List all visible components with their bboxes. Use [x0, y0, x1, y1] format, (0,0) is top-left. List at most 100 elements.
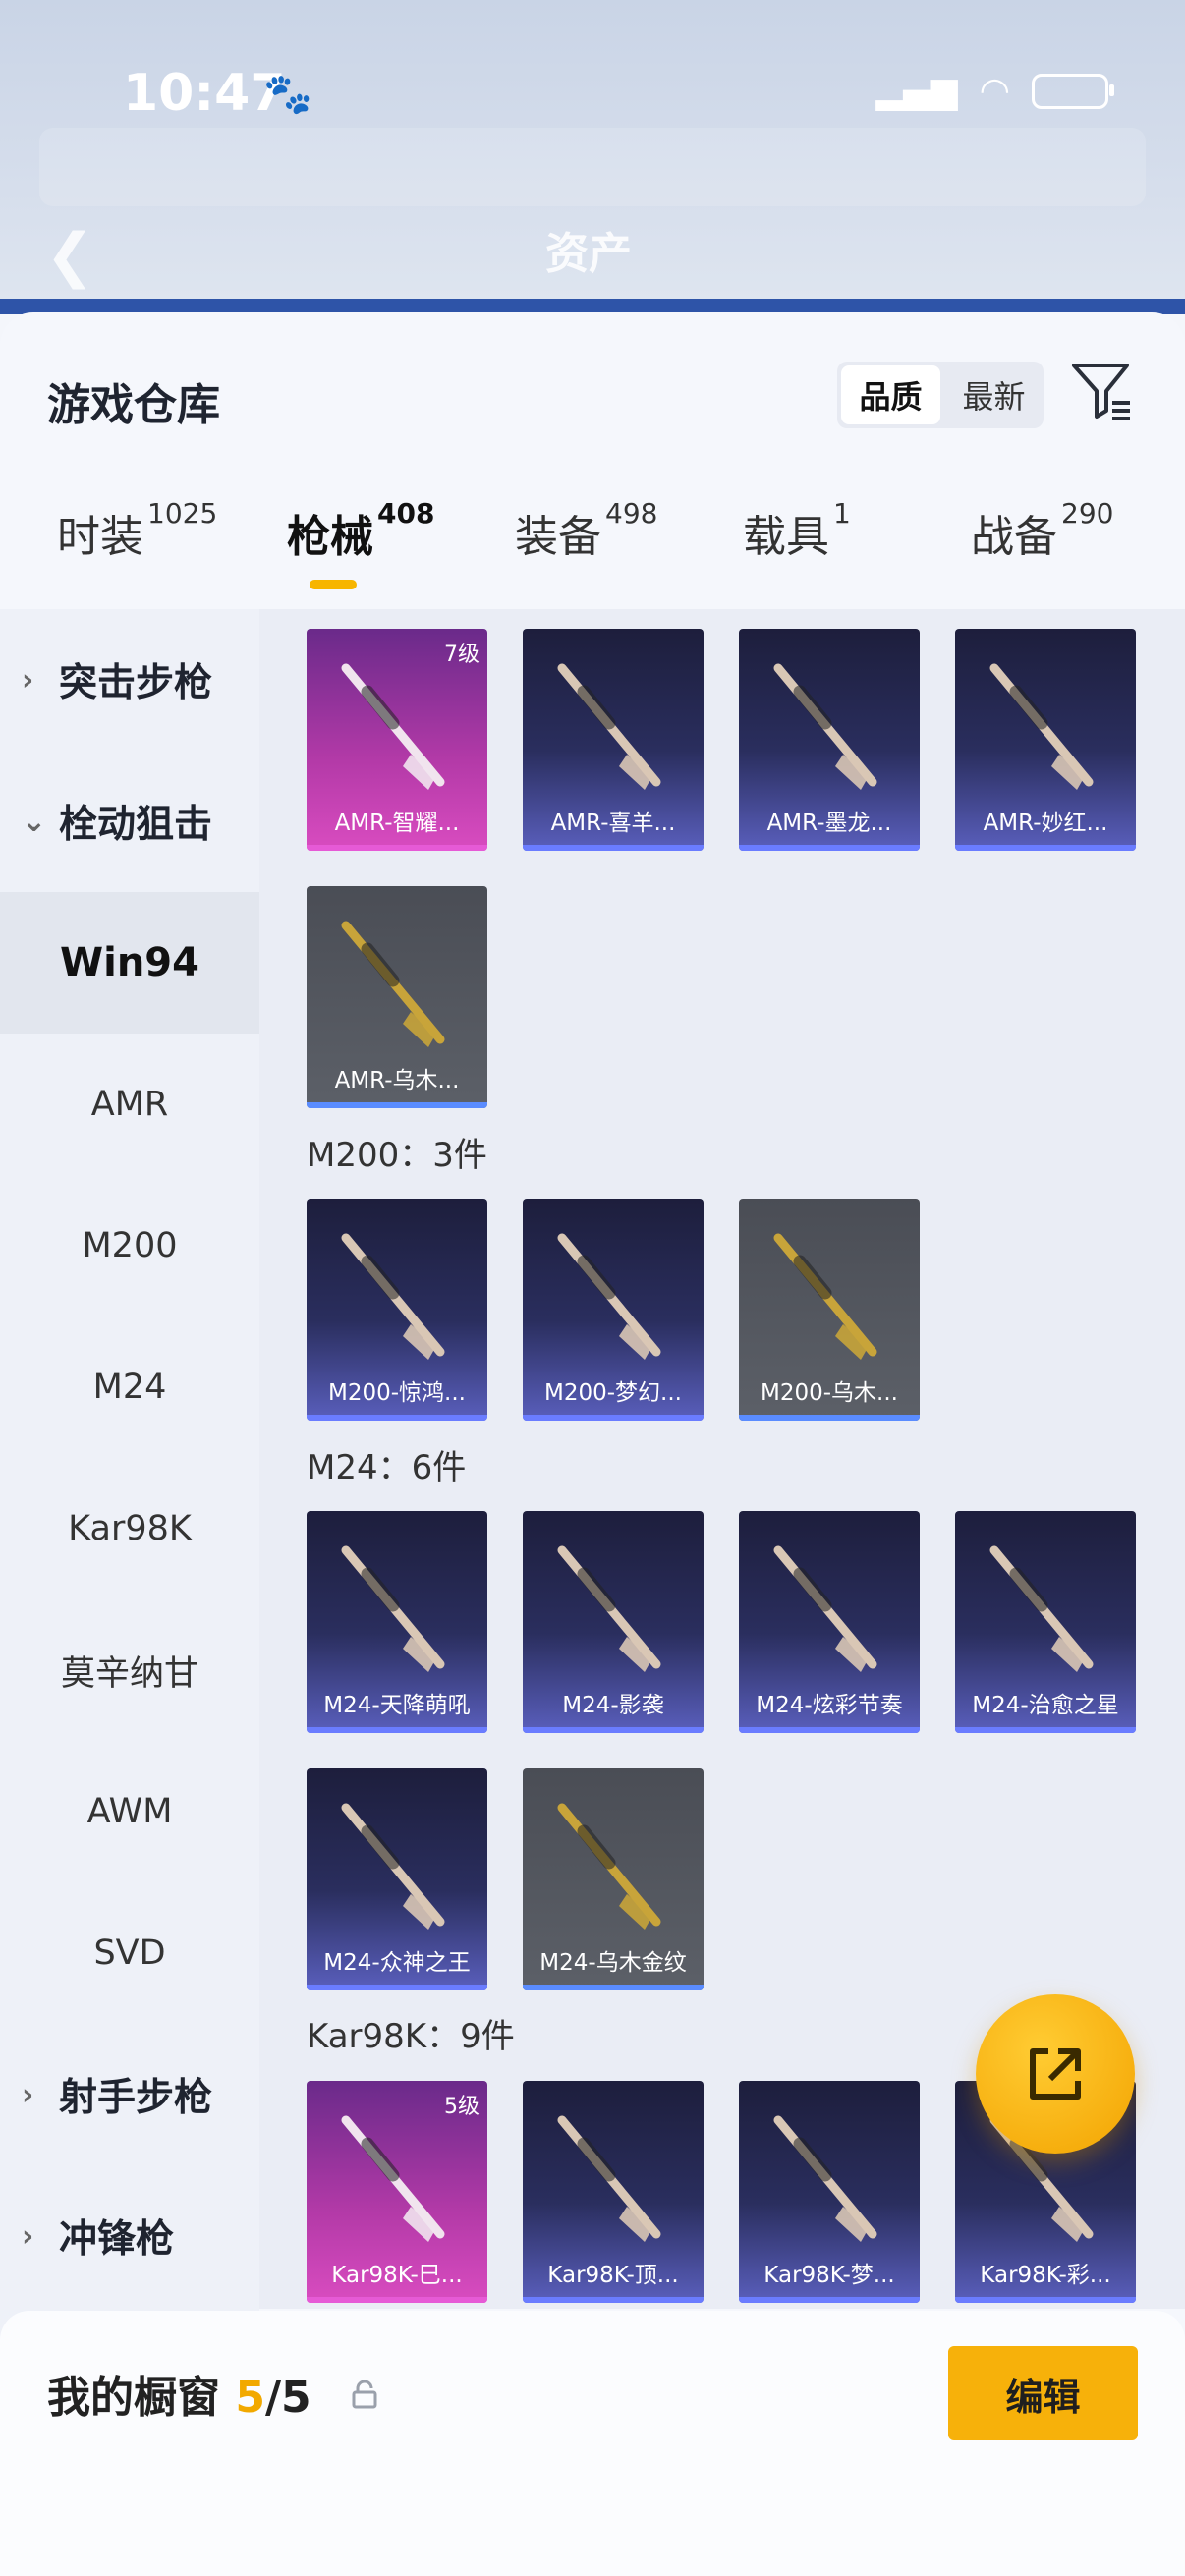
sidebar-item-kar98k[interactable]: Kar98K — [0, 1458, 259, 1599]
skin-card[interactable]: M200-乌木... — [739, 1199, 920, 1421]
status-time: 10:47 — [123, 64, 286, 123]
tab-vehicles[interactable]: 载具 1 — [743, 497, 851, 564]
tab-fashion[interactable]: 时装 1025 — [57, 497, 217, 564]
skin-card[interactable]: Kar98K-顶... — [523, 2081, 704, 2303]
sniper-rifle-icon — [557, 2115, 661, 2242]
skin-name: AMR-智耀... — [334, 811, 460, 836]
sidebar-item-label: 栓动狙击 — [59, 803, 213, 847]
sniper-rifle-icon — [341, 1233, 445, 1360]
back-button[interactable]: ❮ — [45, 221, 94, 290]
sidebar-item-label: 突击步枪 — [59, 661, 213, 705]
sidebar-item-assault-rifle[interactable]: › 突击步枪 — [0, 609, 259, 751]
lock-icon — [352, 2380, 377, 2409]
sidebar-item-marksman-rifle[interactable]: › 射手步枪 — [0, 2024, 259, 2165]
quality-bar — [307, 1985, 487, 1990]
edit-button[interactable]: 编辑 — [948, 2346, 1138, 2440]
skin-card[interactable]: AMR-乌木... — [307, 886, 487, 1108]
share-button[interactable] — [976, 1994, 1135, 2154]
showcase-total: /5 — [264, 2373, 311, 2423]
skin-name: Kar98K-彩... — [980, 2263, 1111, 2288]
skin-name: Kar98K-梦... — [763, 2263, 895, 2288]
skin-card[interactable]: M24-治愈之星 — [955, 1511, 1136, 1733]
blurred-stats-row — [39, 128, 1146, 206]
skin-level-badge: 7级 — [444, 643, 480, 667]
skin-card[interactable]: Kar98K-梦... — [739, 2081, 920, 2303]
skin-name: M200-乌木... — [761, 1380, 898, 1406]
skin-name: Kar98K-巳... — [331, 2263, 463, 2288]
sidebar-item-awm[interactable]: AWM — [0, 1741, 259, 1882]
sniper-rifle-icon — [773, 2115, 877, 2242]
sniper-rifle-icon — [773, 1233, 877, 1360]
sidebar-item-win94[interactable]: Win94 — [0, 892, 259, 1034]
sidebar-item-m200[interactable]: M200 — [0, 1175, 259, 1316]
skin-name: M200-梦幻... — [544, 1380, 682, 1406]
sidebar-item-mosin[interactable]: 莫辛纳甘 — [0, 1599, 259, 1741]
skin-card[interactable]: AMR-妙红... — [955, 629, 1136, 851]
skin-name: AMR-墨龙... — [766, 811, 892, 836]
chevron-right-icon: › — [22, 2077, 34, 2112]
group-label-kar98k: Kar98K：9件 — [307, 2017, 515, 2056]
sidebar-item-svd[interactable]: SVD — [0, 1882, 259, 2024]
skin-card[interactable]: M24-炫彩节奏 — [739, 1511, 920, 1733]
tab-count: 290 — [1061, 497, 1114, 530]
skin-name: M24-炫彩节奏 — [756, 1693, 903, 1718]
skin-name: AMR-妙红... — [983, 811, 1108, 836]
sort-quality-button[interactable]: 品质 — [841, 365, 940, 424]
sidebar-item-amr[interactable]: AMR — [0, 1034, 259, 1175]
quality-bar — [739, 845, 920, 851]
sort-latest-button[interactable]: 最新 — [944, 362, 1044, 428]
category-tabs: 时装 1025 枪械 408 装备 498 载具 1 战备 290 — [0, 497, 1185, 609]
quality-bar — [523, 1727, 704, 1733]
tab-label: 装备 — [515, 512, 601, 562]
signal-icon: ▂▄▆ — [875, 71, 958, 111]
sniper-rifle-icon — [989, 1545, 1094, 1672]
filter-icon[interactable] — [1071, 360, 1132, 424]
sniper-rifle-icon — [773, 1545, 877, 1672]
tab-label: 战备 — [971, 512, 1057, 562]
sniper-rifle-icon — [557, 1803, 661, 1930]
sniper-rifle-icon — [341, 921, 445, 1047]
weapon-sidebar: › 突击步枪 ⌄ 栓动狙击 Win94 AMR M200 M24 Kar98K 莫辛… — [0, 609, 259, 2574]
skin-card[interactable]: M24-天降萌吼 — [307, 1511, 487, 1733]
skin-card[interactable]: M24-乌木金纹 — [523, 1768, 704, 1990]
skin-name: M24-治愈之星 — [972, 1693, 1119, 1718]
active-tab-indicator — [310, 580, 357, 589]
warehouse-sheet: 游戏仓库 品质 最新 时装 1025 枪械 408 装备 498 载具 1 战备 290 … — [0, 312, 1185, 2576]
tab-count: 408 — [377, 497, 435, 530]
quality-bar — [307, 1415, 487, 1421]
skin-card[interactable]: M200-惊鸿... — [307, 1199, 487, 1421]
sort-toggle: 品质 最新 — [837, 362, 1044, 428]
sniper-rifle-icon — [341, 1545, 445, 1672]
quality-bar — [523, 1415, 704, 1421]
showcase-title: 我的橱窗 5/5 — [47, 2362, 311, 2425]
quality-bar — [955, 1727, 1136, 1733]
external-link-icon — [1030, 2048, 1081, 2100]
tab-weapons[interactable]: 枪械 408 — [287, 497, 434, 564]
skin-name: M24-众神之王 — [323, 1950, 471, 1976]
sidebar-item-bolt-sniper[interactable]: ⌄ 栓动狙击 — [0, 751, 259, 892]
tab-equipment[interactable]: 装备 498 — [515, 497, 657, 564]
quality-bar — [523, 1985, 704, 1990]
skin-name: M24-影袭 — [562, 1693, 664, 1718]
skin-card[interactable]: 5级 Kar98K-巳... — [307, 2081, 487, 2303]
quality-bar — [739, 2297, 920, 2303]
tab-gear[interactable]: 战备 290 — [971, 497, 1113, 564]
skin-card[interactable]: M24-影袭 — [523, 1511, 704, 1733]
sidebar-item-smg[interactable]: › 冲锋枪 — [0, 2165, 259, 2307]
chevron-down-icon: ⌄ — [22, 804, 47, 839]
skin-card[interactable]: M200-梦幻... — [523, 1199, 704, 1421]
blurred-profile-row — [39, 14, 1146, 59]
quality-bar — [307, 1727, 487, 1733]
skin-card[interactable]: 7级 AMR-智耀... — [307, 629, 487, 851]
status-icons: ▂▄▆ ◠ — [875, 71, 1114, 111]
skin-card[interactable]: AMR-墨龙... — [739, 629, 920, 851]
skin-card[interactable]: M24-众神之王 — [307, 1768, 487, 1990]
skin-card[interactable]: AMR-喜羊... — [523, 629, 704, 851]
tab-label: 载具 — [743, 512, 829, 562]
showcase-current: 5 — [235, 2373, 265, 2423]
quality-bar — [955, 845, 1136, 851]
sidebar-item-m24[interactable]: M24 — [0, 1316, 259, 1458]
sidebar-item-label: 冲锋枪 — [59, 2217, 175, 2262]
sheet-title: 游戏仓库 — [47, 380, 220, 430]
chevron-right-icon: › — [22, 662, 34, 698]
